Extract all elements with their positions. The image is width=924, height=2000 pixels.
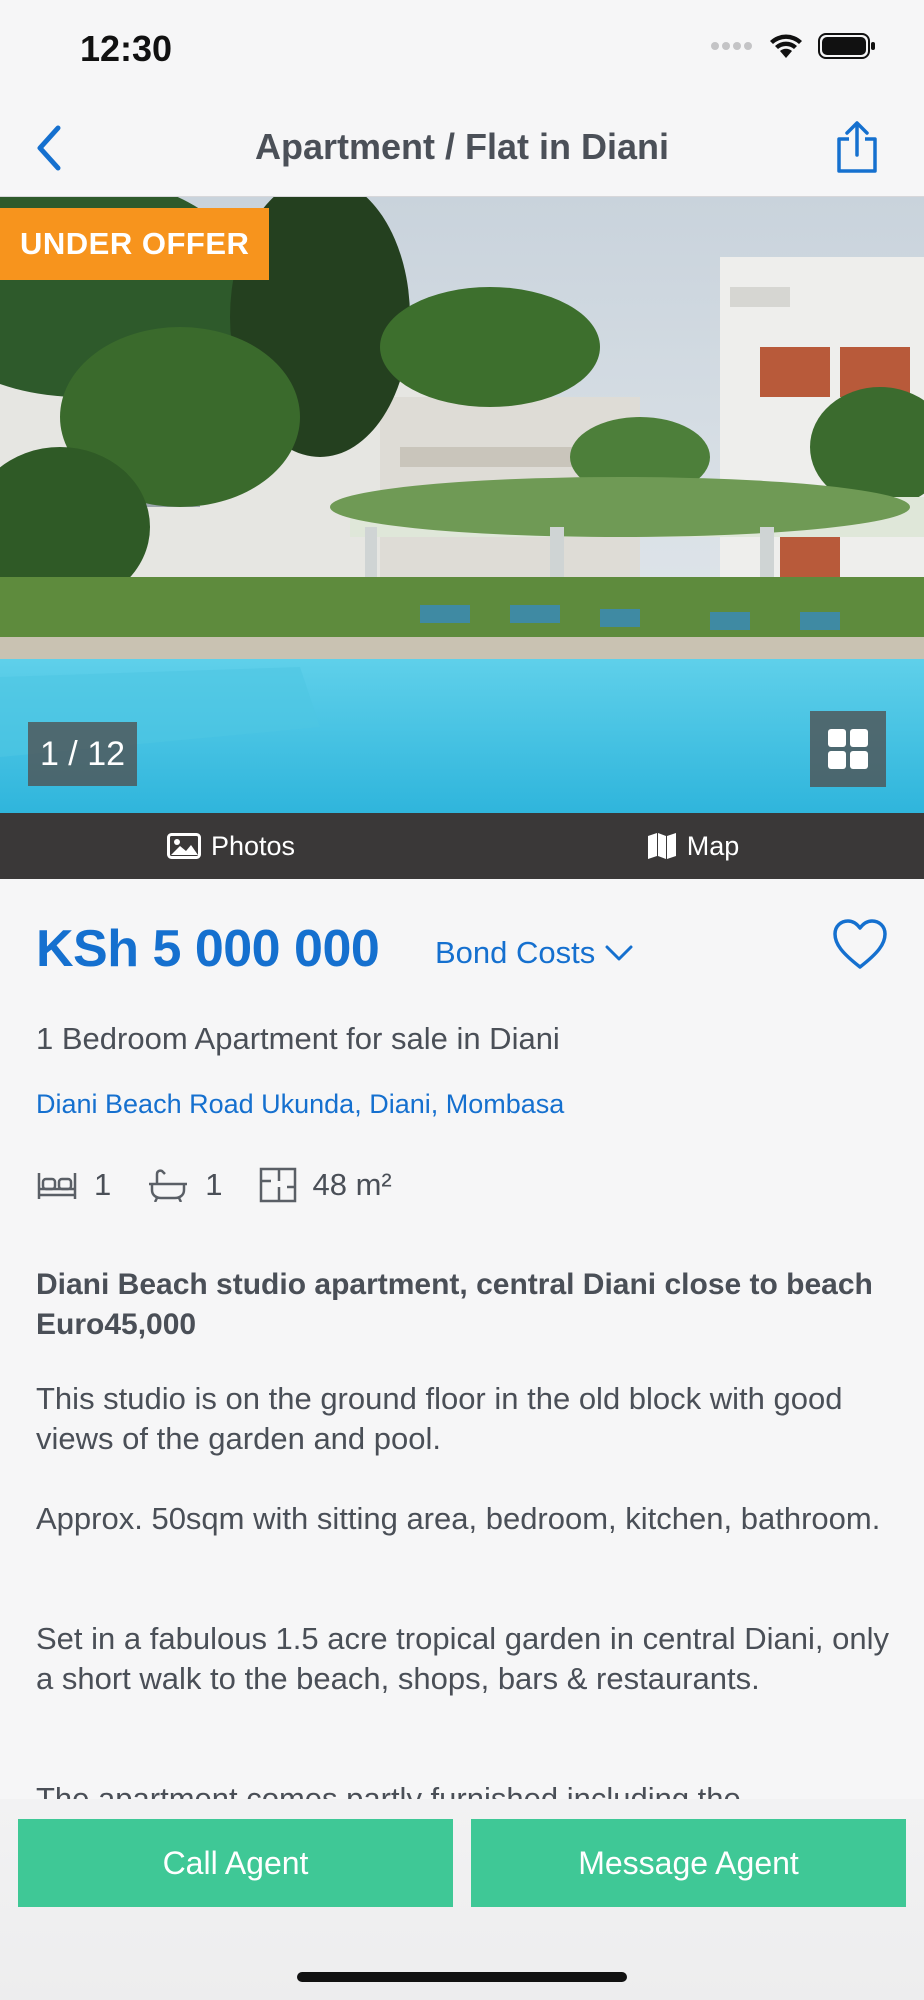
tab-map-label: Map (686, 830, 740, 861)
listing-address-link[interactable]: Diani Beach Road Ukunda, Diani, Mombasa (36, 1089, 564, 1120)
page-title: Apartment / Flat in Diani (254, 126, 670, 167)
bath-icon (149, 1169, 188, 1202)
feature-bathrooms: 1 (147, 1167, 223, 1203)
bed-icon (37, 1173, 77, 1199)
description-paragraph: The apartment comes partly furnished inc… (36, 1781, 741, 1799)
favourite-heart-icon[interactable] (832, 917, 888, 973)
bathroom-count: 1 (205, 1167, 223, 1202)
photo-counter: 1 / 12 (28, 722, 137, 786)
image-icon (166, 833, 201, 859)
status-bar: 12:30 (0, 0, 924, 100)
bond-costs-label: Bond Costs (435, 935, 596, 970)
description-paragraph: Approx. 50sqm with sitting area, bedroom… (36, 1501, 881, 1536)
share-icon (837, 121, 877, 173)
property-photo-pool-garden (0, 197, 924, 813)
tab-photos[interactable]: Photos (0, 813, 462, 879)
listing-details: KSh 5 000 000 Bond Costs 1 Bedroom Apart… (0, 879, 924, 1799)
tab-photos-label: Photos (210, 830, 296, 861)
description-paragraph: This studio is on the ground floor in th… (36, 1381, 843, 1456)
under-offer-badge: UNDER OFFER (0, 208, 270, 280)
feature-floor-size: 48 m² (259, 1167, 392, 1203)
listing-headline: Diani Beach studio apartment, central Di… (36, 1268, 873, 1341)
status-time: 12:30 (80, 28, 173, 69)
navigation-bar: Apartment / Flat in Diani (0, 100, 924, 197)
chevron-down-icon (605, 945, 633, 961)
grid-icon (828, 729, 868, 769)
feature-summary: 1 1 48 m² (36, 1167, 428, 1203)
cellular-signal-icon (711, 42, 752, 50)
feature-bedrooms: 1 (36, 1167, 111, 1203)
floor-size: 48 m² (312, 1167, 392, 1202)
tab-map[interactable]: Map (462, 813, 924, 879)
listing-photo[interactable]: UNDER OFFER 1 / 12 (0, 197, 924, 813)
gallery-grid-button[interactable] (810, 711, 886, 787)
wifi-icon (770, 34, 802, 58)
call-agent-button[interactable]: Call Agent (18, 1819, 453, 1907)
map-icon (647, 833, 676, 859)
message-agent-button[interactable]: Message Agent (471, 1819, 906, 1907)
status-icons (710, 32, 876, 60)
description-paragraph: Set in a fabulous 1.5 acre tropical gard… (36, 1621, 889, 1696)
share-button[interactable] (830, 118, 884, 176)
media-tab-bar: Photos Map (0, 813, 924, 879)
listing-subtitle: 1 Bedroom Apartment for sale in Diani (36, 1021, 560, 1056)
home-indicator (297, 1972, 627, 1982)
bedroom-count: 1 (94, 1167, 112, 1202)
bond-costs-toggle[interactable]: Bond Costs (435, 935, 633, 971)
floor-plan-icon (259, 1167, 296, 1203)
battery-icon (818, 33, 875, 59)
listing-price: KSh 5 000 000 (36, 920, 380, 978)
agent-action-bar: Call Agent Message Agent (0, 1799, 924, 2000)
